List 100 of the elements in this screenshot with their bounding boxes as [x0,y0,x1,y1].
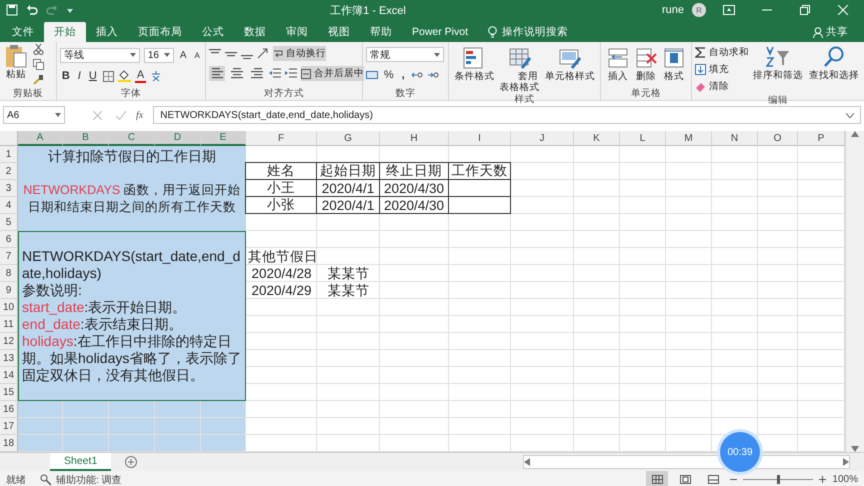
column-header[interactable]: G [317,131,380,146]
increase-indent-icon[interactable] [284,68,297,79]
italic-button[interactable]: I [76,68,83,84]
row-header[interactable]: 5 [0,214,18,231]
ribbon-tab[interactable]: 公式 [192,22,234,42]
underline-button[interactable]: U [86,68,99,84]
align-button[interactable] [208,66,225,81]
ribbon-button[interactable]: 格式 [660,46,688,87]
column-header[interactable]: I [449,131,511,146]
ribbon-display-icon[interactable] [723,5,735,15]
wrap-text-button[interactable]: 自动换行 [272,46,326,61]
row-header[interactable]: 4 [0,197,18,214]
ribbon-button[interactable]: 套用表格格式 [496,46,543,93]
column-header[interactable]: L [620,131,666,146]
ribbon-button[interactable]: 自动求和 [695,45,749,60]
fill-color-icon[interactable] [118,70,131,82]
row-header[interactable]: 18 [0,435,18,452]
close-icon[interactable] [838,5,848,15]
row-header[interactable]: 13 [0,350,18,367]
ribbon-tab[interactable]: 审阅 [276,22,318,42]
row-header[interactable]: 14 [0,367,18,384]
column-header[interactable]: K [574,131,620,146]
formula-field[interactable]: NETWORKDAYS(start_date,end_date,holidays) [153,106,861,124]
ribbon-button[interactable]: 单元格样式 [543,46,597,93]
borders-icon[interactable] [102,70,114,82]
scroll-up-icon[interactable] [851,131,859,137]
row-header[interactable]: 9 [0,282,18,299]
scroll-left-icon[interactable] [524,458,530,466]
ribbon-tab[interactable]: 视图 [318,22,360,42]
ribbon-button[interactable]: 查找和选择 [807,45,861,94]
currency-icon[interactable] [366,70,378,80]
merge-center-button[interactable]: 合并后居中 [300,66,364,81]
row-header[interactable]: 16 [0,401,18,418]
share-button[interactable]: 共享 [813,22,864,42]
percent-button[interactable]: % [382,67,396,83]
row-header[interactable]: 15 [0,384,18,401]
row-header[interactable]: 3 [0,180,18,197]
phonetic-icon[interactable] [150,70,162,82]
row-header[interactable]: 10 [0,299,18,316]
shrink-font-button[interactable]: A [192,47,202,63]
cut-icon[interactable] [33,44,44,55]
comma-button[interactable]: , [400,67,407,83]
column-header[interactable]: F [246,131,317,146]
column-header[interactable]: J [511,131,574,146]
font-size-field[interactable]: 16 [144,48,174,62]
zoom-out-icon[interactable] [730,476,738,483]
undo-icon[interactable] [26,4,38,16]
ribbon-button[interactable]: 插入 [604,46,632,87]
column-header[interactable]: A [18,131,63,146]
row-header[interactable]: 12 [0,333,18,350]
accessibility-status[interactable]: 辅助功能: 调查 [40,472,122,486]
selected-merged-cell[interactable]: NETWORKDAYS(start_date,end_date,holidays) 参数说明: start_date:表示开始日期。 end_date:表示结束日期。 holidays:在工作日中排除的特定日期。如果holidays省略了，表示除了固定双休日，没有其他假日。 [18,231,246,401]
scroll-right-icon[interactable] [843,458,849,466]
vertical-scrollbar[interactable] [845,131,864,452]
paste-button[interactable]: 粘贴 [3,44,29,87]
column-header[interactable]: E [201,131,246,146]
decrease-decimal-icon[interactable] [426,70,439,80]
page-break-icon[interactable] [708,475,719,484]
column-header[interactable]: O [758,131,798,146]
column-header[interactable]: B [63,131,109,146]
align-button[interactable] [228,66,245,81]
ribbon-tab[interactable]: 数据 [234,22,276,42]
font-name-field[interactable]: 等线 [60,48,140,62]
column-header[interactable]: C [109,131,155,146]
ribbon-button[interactable]: 删除 [632,46,660,87]
format-painter-icon[interactable] [33,74,44,85]
column-header[interactable]: H [380,131,449,146]
ribbon-button[interactable]: 填充 [695,62,749,77]
page-layout-icon[interactable] [680,475,691,484]
user-avatar[interactable]: R [692,3,706,17]
column-header[interactable]: M [666,131,712,146]
ribbon-tab[interactable]: 插入 [86,22,128,42]
tell-me-search[interactable]: 操作说明搜索 [488,22,568,42]
align-button[interactable] [248,66,265,81]
ribbon-button[interactable]: 条件格式 [452,46,496,93]
row-header[interactable]: 1 [0,146,18,163]
zoom-in-icon[interactable] [819,476,826,483]
row-header[interactable]: 8 [0,265,18,282]
ribbon-tab[interactable]: 文件 [2,22,44,42]
ribbon-tab[interactable]: 开始 [44,22,86,42]
insert-function-button[interactable]: fx [130,110,150,120]
copy-icon[interactable] [33,59,44,70]
increase-decimal-icon[interactable] [410,70,423,80]
customize-icon[interactable] [66,6,74,14]
bold-button[interactable]: B [60,68,72,84]
restore-icon[interactable] [800,5,810,15]
ribbon-button[interactable]: 排序和筛选 [751,45,805,94]
column-header[interactable]: P [798,131,845,146]
save-icon[interactable] [6,4,18,16]
row-header[interactable]: 17 [0,418,18,435]
row-header[interactable]: 7 [0,248,18,265]
column-header[interactable]: D [155,131,201,146]
row-header[interactable]: 6 [0,231,18,248]
ribbon-button[interactable]: 清除 [695,79,749,94]
row-header[interactable]: 2 [0,163,18,180]
ribbon-tab[interactable]: 页面布局 [128,22,192,42]
decrease-indent-icon[interactable] [268,68,281,79]
sheet-tab[interactable]: Sheet1 [50,453,112,471]
add-sheet-icon[interactable] [125,456,138,468]
row-header[interactable]: 11 [0,316,18,333]
